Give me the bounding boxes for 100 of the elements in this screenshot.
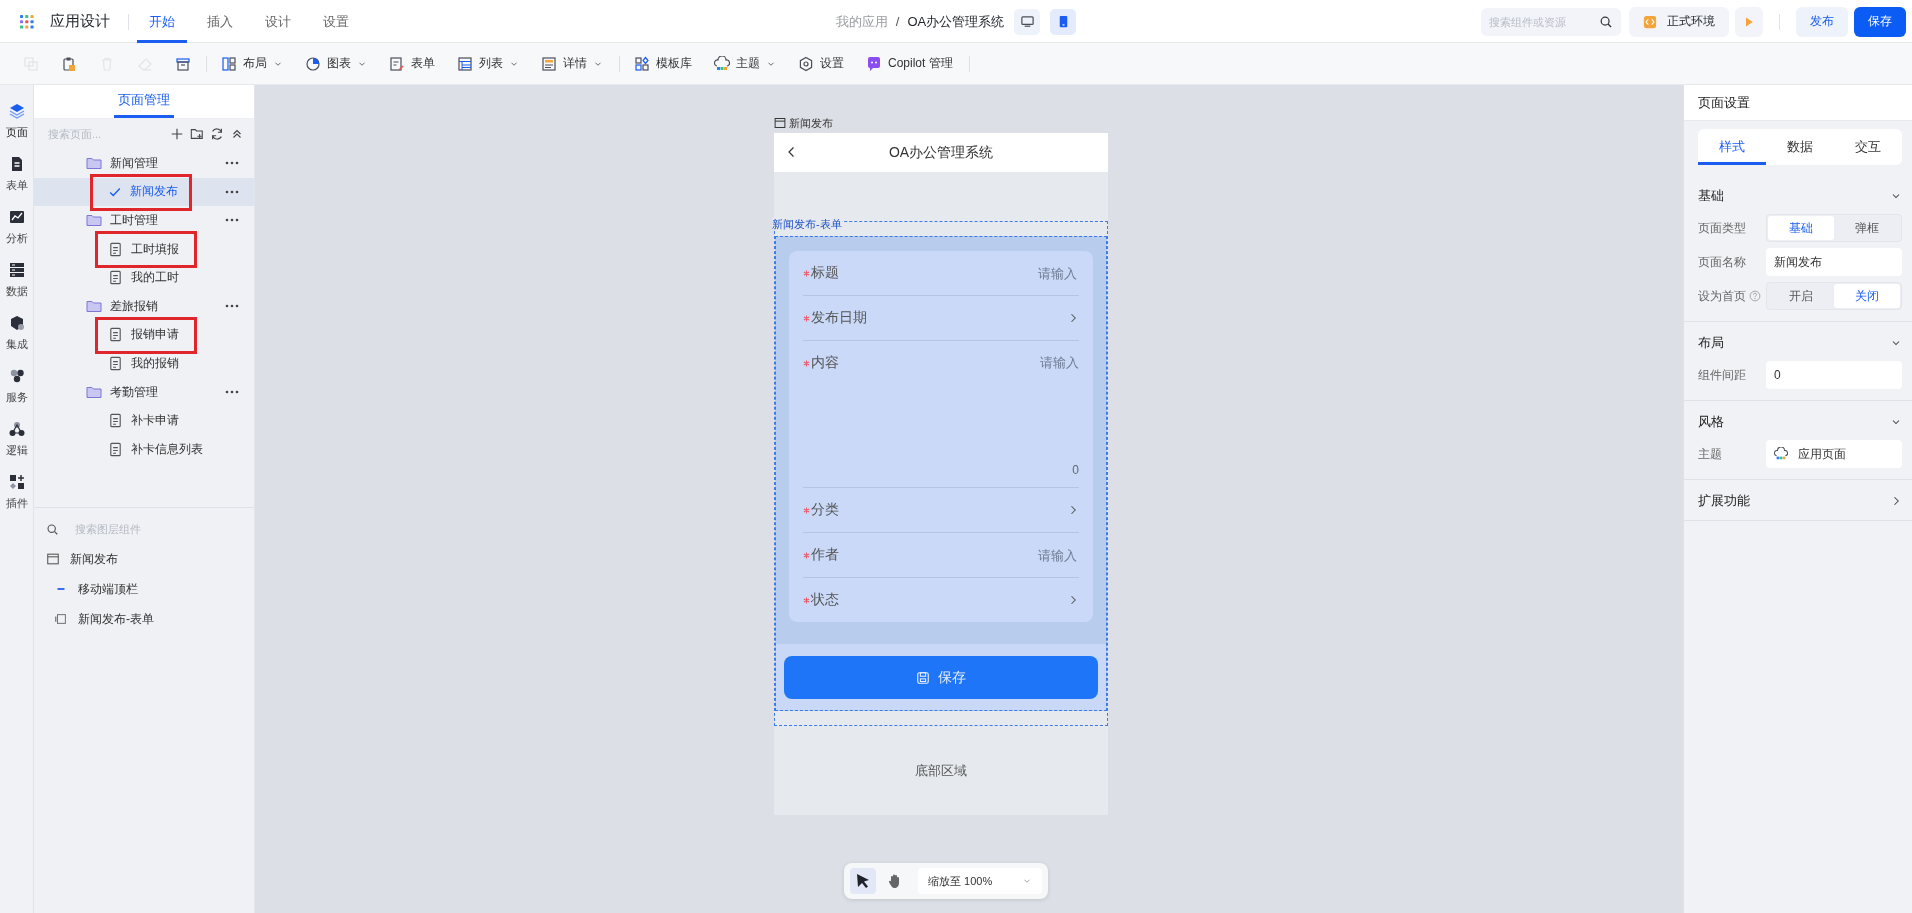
toolbar-button[interactable]: 设置 — [790, 48, 852, 79]
rail-item[interactable]: 页面 — [0, 103, 34, 156]
document-icon — [108, 270, 123, 286]
field-label: 作者 — [811, 546, 839, 564]
publish-button[interactable]: 发布 — [1796, 6, 1848, 37]
refresh-icon[interactable] — [210, 127, 224, 141]
environment-button[interactable]: 正式环境 — [1629, 6, 1729, 37]
view-mode-button[interactable] — [1050, 8, 1077, 35]
toolbar-button[interactable]: 主题 — [706, 48, 784, 79]
play-icon — [1743, 15, 1755, 28]
logic-icon — [8, 421, 25, 437]
menu-tab[interactable]: 设置 — [311, 0, 361, 43]
document-icon — [108, 413, 123, 429]
folder-item[interactable]: 工时管理 — [34, 206, 254, 235]
page-item[interactable]: 我的工时 — [34, 263, 254, 292]
text-field[interactable]: 0 — [1766, 361, 1902, 389]
hexagons-icon — [8, 368, 25, 384]
input-field[interactable]: 请输入 — [840, 264, 1079, 282]
add-folder-icon[interactable] — [190, 127, 204, 141]
menu-tab[interactable]: 插入 — [195, 0, 245, 43]
save-button[interactable]: 保存 — [1854, 6, 1906, 37]
page-item[interactable]: 我的报销 — [34, 349, 254, 378]
page-item[interactable]: 补卡申请 — [34, 406, 254, 435]
textarea-field[interactable]: 请输入 — [840, 351, 1079, 375]
nav-title: OA办公管理系统 — [888, 143, 994, 162]
add-icon[interactable] — [170, 127, 184, 141]
folder-icon — [86, 155, 102, 172]
field-label: 发布日期 — [811, 309, 867, 327]
archive-icon — [175, 55, 191, 72]
desktop-icon — [1019, 14, 1035, 29]
package-icon — [8, 315, 25, 331]
toolbar-button[interactable]: Copilot 管理 — [858, 48, 961, 79]
toolbar-button[interactable]: 表单 — [381, 48, 443, 79]
panel-title: 页面设置 — [1698, 93, 1750, 112]
section-title: 风格 — [1698, 413, 1724, 431]
form-icon — [389, 55, 405, 72]
menu-tab[interactable]: 设计 — [253, 0, 303, 43]
document-icon — [108, 441, 123, 457]
submit-button[interactable]: 保存 — [784, 656, 1098, 699]
segment-option[interactable]: 关闭 — [1834, 284, 1900, 308]
save-icon — [916, 670, 930, 685]
settings-tab[interactable]: 样式 — [1698, 129, 1766, 165]
search-icon[interactable] — [46, 522, 59, 536]
layers-icon — [8, 103, 25, 119]
rail-item[interactable]: 服务 — [0, 368, 34, 421]
toolbar-button[interactable]: 模板库 — [626, 48, 700, 79]
folder-item[interactable]: 考勤管理 — [34, 377, 254, 407]
segment-option[interactable]: 弹框 — [1834, 216, 1900, 240]
rail-item[interactable]: 集成 — [0, 315, 34, 368]
settings-tab[interactable]: 数据 — [1766, 129, 1834, 165]
view-mode-button[interactable] — [1014, 8, 1041, 35]
detail-icon — [541, 55, 557, 72]
code-icon — [1643, 14, 1657, 29]
page-item[interactable]: 报销申请 — [34, 320, 254, 350]
pointer-icon — [855, 873, 871, 889]
line-chart-icon — [8, 209, 25, 225]
toolbar-button[interactable]: 列表 — [449, 48, 527, 79]
rail-item[interactable]: 逻辑 — [0, 421, 34, 474]
toolbar-button[interactable]: 图表 — [297, 48, 375, 79]
app-title: 应用设计 — [50, 12, 110, 31]
theme-select[interactable]: 应用页面 — [1766, 440, 1902, 468]
folder-item[interactable]: 新闻管理 — [34, 149, 254, 178]
text-field[interactable]: 新闻发布 — [1766, 248, 1902, 276]
footer-label: 底部区域 — [915, 761, 967, 780]
page-item[interactable]: 工时填报 — [34, 234, 254, 264]
zoom-select[interactable]: 缩放至 100% — [918, 868, 1043, 894]
rail-item[interactable]: 数据 — [0, 262, 34, 315]
apps-icon[interactable] — [20, 14, 34, 29]
window-icon — [774, 117, 786, 129]
component-label: 新闻发布-表单 — [772, 218, 842, 230]
search-icon[interactable] — [1599, 14, 1613, 29]
field-label: 内容 — [811, 354, 839, 372]
input-field[interactable]: 请输入 — [840, 546, 1079, 564]
folder-icon — [86, 384, 102, 401]
breadcrumb-current: OA办公管理系统 — [907, 12, 1005, 31]
field-label: 主题 — [1698, 445, 1722, 463]
settings-tab[interactable]: 交互 — [1834, 129, 1902, 165]
segment-option[interactable]: 基础 — [1768, 216, 1834, 240]
layer-item[interactable]: 新闻发布-表单 — [34, 604, 254, 634]
settings-icon — [798, 55, 814, 72]
toolbar-button[interactable]: 布局 — [213, 48, 291, 79]
layer-item[interactable]: 移动端顶栏 — [34, 574, 254, 604]
page-item[interactable]: 补卡信息列表 — [34, 434, 254, 464]
layer-item[interactable]: 新闻发布 — [34, 544, 254, 574]
toolbar-button[interactable]: 详情 — [533, 48, 611, 79]
folder-item[interactable]: 差旅报销 — [34, 291, 254, 321]
field-label: 标题 — [811, 264, 839, 282]
pointer-tool[interactable] — [850, 868, 876, 894]
form-icon — [54, 612, 68, 626]
page-label: 新闻发布 — [789, 115, 833, 131]
rail-item[interactable]: 插件 — [0, 474, 34, 527]
rail-item[interactable]: 分析 — [0, 209, 34, 262]
document-icon — [108, 241, 123, 257]
plugin-icon — [8, 474, 25, 490]
cloud-icon — [1774, 447, 1788, 461]
rail-item[interactable]: 表单 — [0, 156, 34, 209]
segment-option[interactable]: 开启 — [1768, 284, 1834, 308]
field-label: 页面类型 — [1698, 219, 1746, 237]
field-label: 页面名称 — [1698, 253, 1746, 271]
chat-icon — [866, 55, 882, 72]
